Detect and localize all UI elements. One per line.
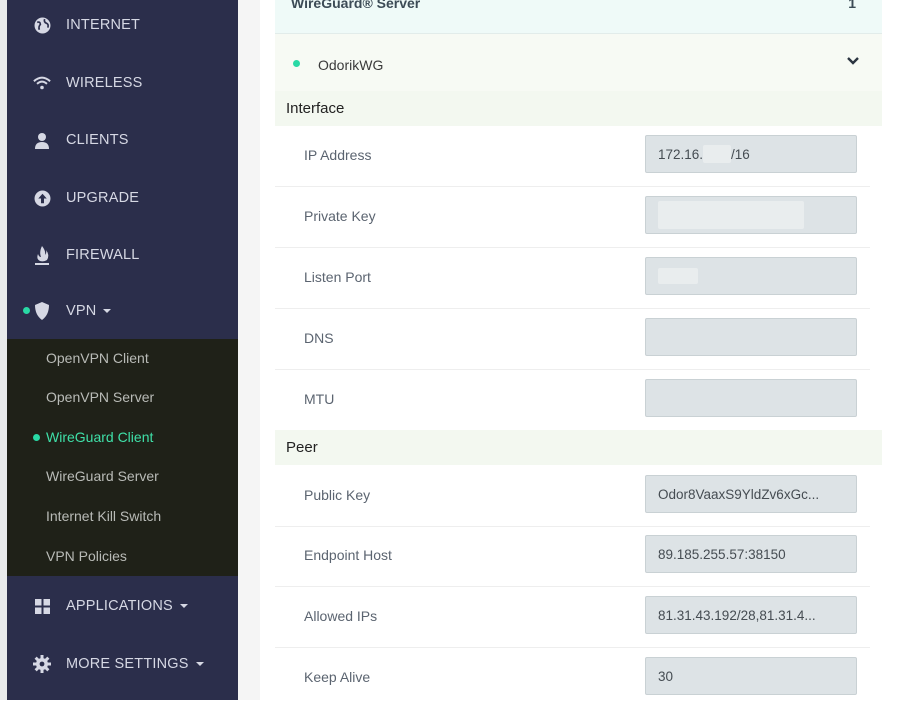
ip-address-field[interactable]: 172.16. /16 — [645, 135, 857, 173]
dns-field[interactable] — [645, 318, 857, 356]
field-label: MTU — [304, 391, 335, 407]
submenu-item-openvpn-client[interactable]: OpenVPN Client — [7, 340, 238, 376]
wifi-icon — [33, 74, 51, 92]
sidebar-edge — [0, 0, 7, 700]
sidebar: INTERNET WIRELESS CLIENTS UPGRADE FIREWA… — [0, 0, 238, 700]
sidebar-item-label: INTERNET — [66, 17, 141, 33]
row-ip-address: IP Address 172.16. /16 — [275, 126, 870, 187]
submenu-item-wireguard-client[interactable]: WireGuard Client — [7, 419, 238, 455]
mtu-field[interactable] — [645, 379, 857, 417]
fire-icon — [33, 246, 51, 265]
redacted-block — [658, 201, 804, 229]
shield-icon — [33, 302, 51, 320]
chevron-down-icon[interactable] — [846, 56, 860, 66]
server-bar-title: WireGuard® Server — [291, 0, 421, 11]
section-peer: Peer — [275, 430, 882, 465]
field-label: Public Key — [304, 487, 371, 503]
row-private-key: Private Key — [275, 187, 870, 248]
connection-header[interactable]: OdorikWG — [275, 34, 882, 91]
sidebar-item-applications[interactable]: APPLICATIONS — [7, 586, 238, 626]
status-dot — [293, 60, 300, 67]
redacted-block — [703, 145, 732, 163]
sidebar-item-label: APPLICATIONS — [66, 598, 173, 614]
globe-icon — [33, 16, 51, 34]
row-dns: DNS — [275, 309, 870, 370]
ip-prefix: 172.16. — [658, 146, 704, 162]
caret-down-icon — [195, 662, 204, 666]
sidebar-item-more-settings[interactable]: MORE SETTINGS — [7, 644, 238, 684]
submenu-label: VPN Policies — [46, 548, 127, 564]
gear-icon — [33, 655, 51, 673]
submenu-label: OpenVPN Server — [46, 389, 155, 405]
active-dot — [33, 434, 40, 441]
field-label: Keep Alive — [304, 669, 371, 685]
private-key-field[interactable] — [645, 196, 857, 234]
server-count: 1 — [848, 0, 856, 11]
sidebar-item-upgrade[interactable]: UPGRADE — [7, 178, 238, 218]
submenu-label: OpenVPN Client — [46, 350, 149, 366]
main-content: WireGuard® Server 1 OdorikWG Interface I… — [260, 0, 900, 700]
sidebar-item-internet[interactable]: INTERNET — [7, 5, 238, 45]
field-label: Private Key — [304, 208, 376, 224]
connection-name: OdorikWG — [318, 57, 384, 73]
allowed-ips-field[interactable]: 81.31.43.192/28,81.31.4... — [645, 596, 857, 634]
submenu-item-wireguard-server[interactable]: WireGuard Server — [7, 458, 238, 494]
sidebar-item-firewall[interactable]: FIREWALL — [7, 235, 238, 275]
row-allowed-ips: Allowed IPs 81.31.43.192/28,81.31.4... — [275, 587, 870, 648]
section-interface: Interface — [275, 91, 882, 126]
upgrade-icon — [33, 189, 51, 207]
sidebar-item-label: CLIENTS — [66, 132, 129, 148]
server-bar[interactable]: WireGuard® Server 1 — [275, 0, 882, 34]
caret-down-icon — [103, 309, 112, 313]
row-public-key: Public Key Odor8VaaxS9YldZv6xGc... — [275, 466, 870, 527]
public-key-field[interactable]: Odor8VaaxS9YldZv6xGc... — [645, 475, 857, 513]
sidebar-item-clients[interactable]: CLIENTS — [7, 120, 238, 160]
submenu-item-vpn-policies[interactable]: VPN Policies — [7, 538, 238, 574]
active-dot — [23, 307, 30, 314]
user-icon — [33, 131, 51, 149]
section-title: Interface — [286, 100, 345, 117]
row-listen-port: Listen Port — [275, 248, 870, 309]
sidebar-item-label: WIRELESS — [66, 75, 143, 91]
sidebar-item-label: MORE SETTINGS — [66, 656, 189, 672]
vpn-submenu: OpenVPN Client OpenVPN Server WireGuard … — [7, 339, 238, 576]
redacted-block — [658, 268, 698, 284]
grid-icon — [33, 597, 51, 615]
endpoint-host-field[interactable]: 89.185.255.57:38150 — [645, 535, 857, 573]
field-label: Listen Port — [304, 269, 371, 285]
row-mtu: MTU — [275, 370, 870, 430]
submenu-label: Internet Kill Switch — [46, 508, 162, 524]
section-title: Peer — [286, 439, 318, 456]
submenu-item-kill-switch[interactable]: Internet Kill Switch — [7, 498, 238, 534]
sidebar-item-label: FIREWALL — [66, 247, 140, 263]
listen-port-field[interactable] — [645, 257, 857, 295]
field-label: IP Address — [304, 147, 372, 163]
field-label: DNS — [304, 330, 334, 346]
ip-suffix: /16 — [731, 146, 750, 162]
caret-down-icon — [179, 604, 188, 608]
sidebar-item-label: VPN — [66, 303, 97, 319]
submenu-label: WireGuard Client — [46, 429, 154, 445]
row-endpoint-host: Endpoint Host 89.185.255.57:38150 — [275, 526, 870, 587]
sidebar-item-label: UPGRADE — [66, 190, 140, 206]
sidebar-item-vpn[interactable]: VPN — [7, 291, 238, 331]
field-label: Endpoint Host — [304, 547, 392, 563]
content-gutter — [238, 0, 260, 700]
submenu-label: WireGuard Server — [46, 468, 159, 484]
keep-alive-field[interactable]: 30 — [645, 657, 857, 695]
field-label: Allowed IPs — [304, 608, 378, 624]
row-keep-alive: Keep Alive 30 — [275, 648, 870, 708]
submenu-item-openvpn-server[interactable]: OpenVPN Server — [7, 379, 238, 415]
sidebar-item-wireless[interactable]: WIRELESS — [7, 63, 238, 103]
